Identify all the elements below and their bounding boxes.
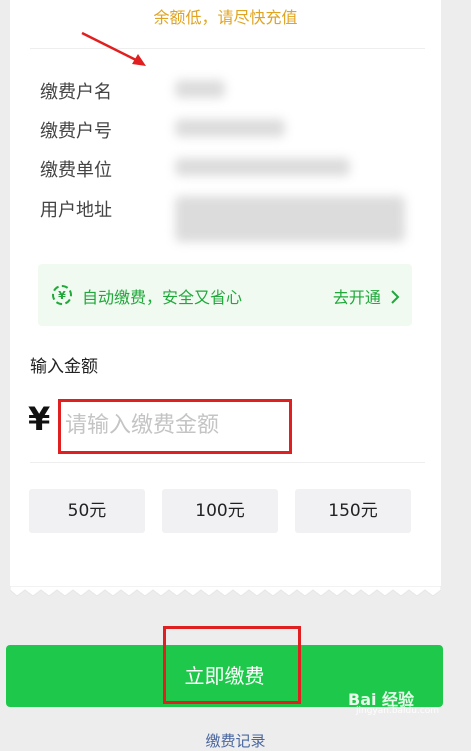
chevron-right-icon: [391, 290, 400, 304]
auto-pay-text: 自动缴费，安全又省心: [82, 288, 243, 307]
yuan-circle-icon: ¥: [52, 285, 72, 305]
divider: [30, 462, 425, 463]
annotation-highlight-button: [163, 626, 301, 704]
receipt-edge: [10, 586, 441, 597]
account-number-value-redacted: [175, 119, 285, 137]
billing-unit-label: 缴费单位: [40, 160, 112, 181]
currency-symbol: ¥: [28, 400, 51, 438]
low-balance-notice: 余额低，请尽快充值: [153, 8, 298, 27]
account-name-value-redacted: [175, 80, 225, 98]
billing-unit-value-redacted: [175, 158, 350, 176]
amount-section-title: 输入金额: [30, 357, 98, 377]
account-name-label: 缴费户名: [40, 82, 112, 103]
preset-amount-150[interactable]: 150元: [295, 489, 411, 533]
auto-pay-enable-link[interactable]: 去开通: [333, 284, 400, 308]
watermark-logo: Bai 经验 jingyan.baidu.com: [348, 686, 448, 722]
user-address-label: 用户地址: [40, 200, 112, 221]
watermark-sub: jingyan.baidu.com: [356, 706, 440, 716]
bill-card: 余额低，请尽快充值 缴费户名 缴费户号 缴费单位 用户地址 ¥ 自动缴费，安全又…: [10, 0, 441, 588]
annotation-arrow-icon: [81, 31, 146, 66]
annotation-highlight-input: [58, 399, 292, 454]
account-number-label: 缴费户号: [40, 121, 112, 142]
preset-amount-50[interactable]: 50元: [29, 489, 145, 533]
preset-amount-100[interactable]: 100元: [162, 489, 278, 533]
auto-pay-banner[interactable]: ¥ 自动缴费，安全又省心 去开通: [38, 264, 412, 326]
auto-pay-link-label: 去开通: [332, 288, 381, 307]
user-address-value-redacted: [175, 196, 405, 242]
